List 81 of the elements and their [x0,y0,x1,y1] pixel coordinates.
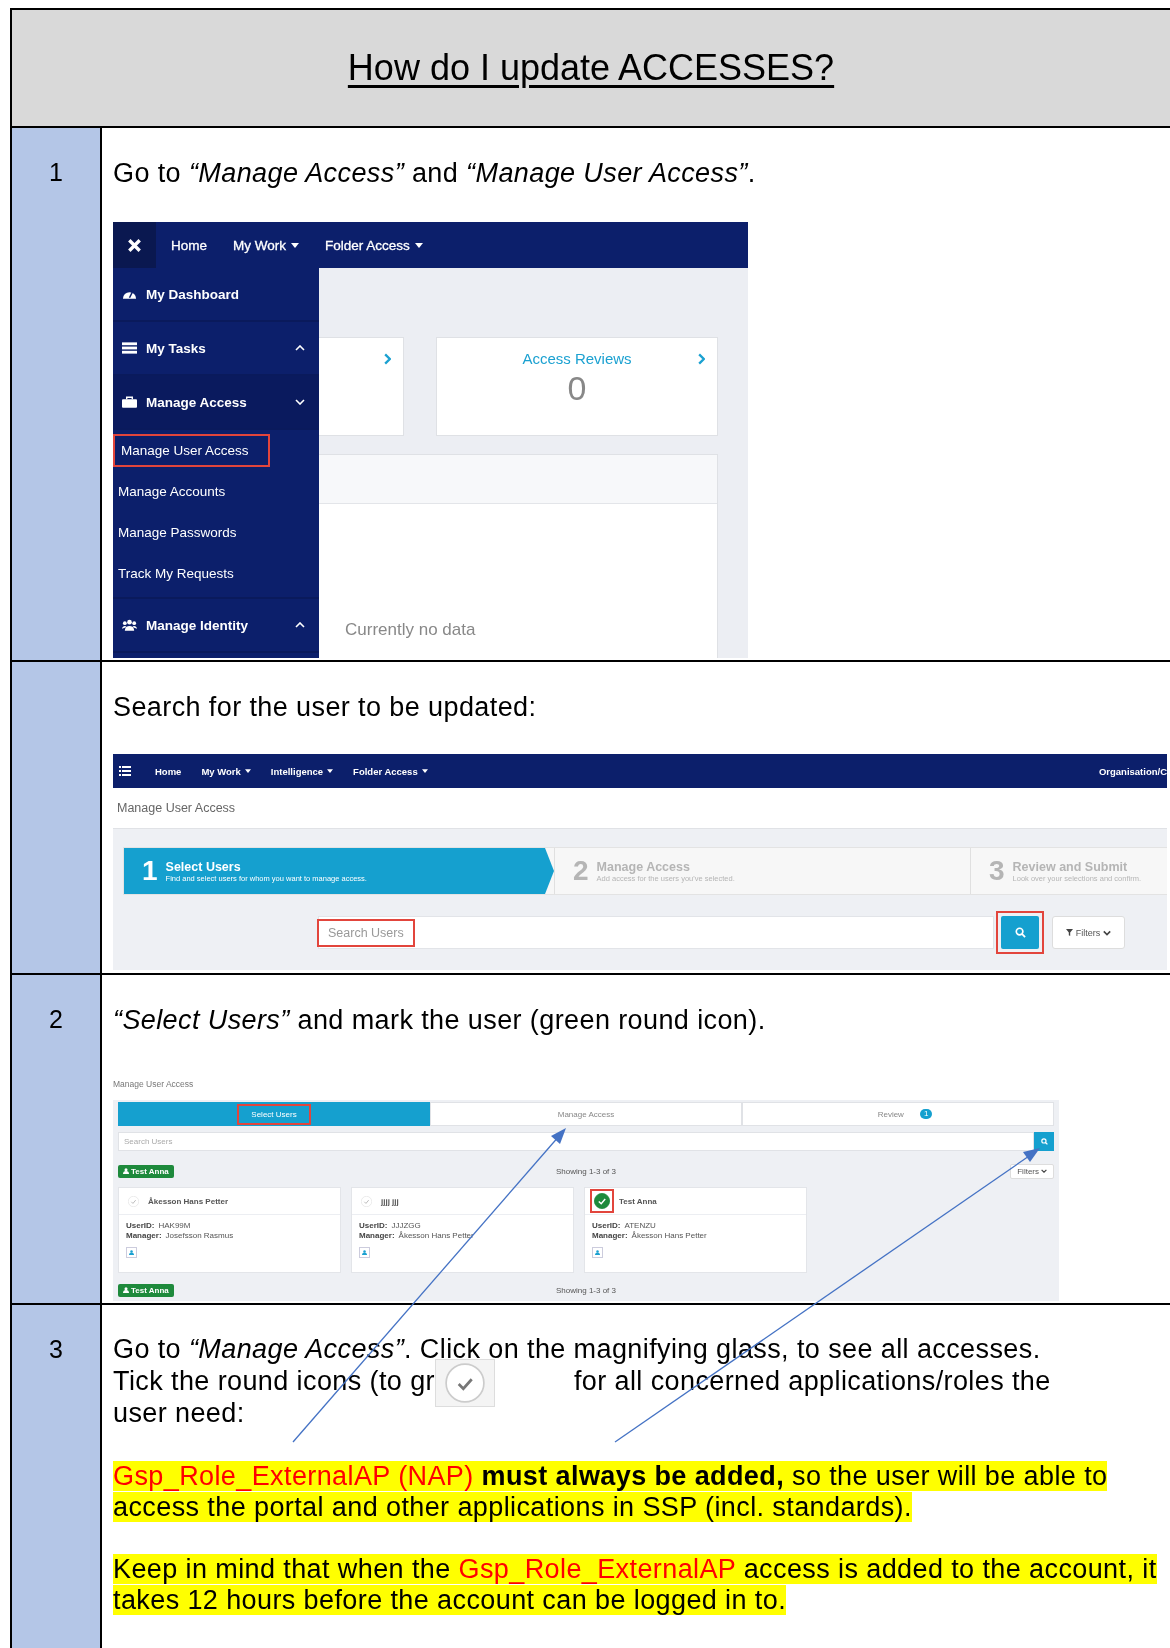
chevron-down-icon [295,399,305,405]
person-icon[interactable] [126,1247,137,1258]
filters-button[interactable]: Filters [1052,916,1125,949]
sidebar-item[interactable]: Manage Passwords [113,516,258,549]
selected-user-button[interactable]: Test Anna [118,1164,174,1178]
close-icon [128,238,141,252]
sidebar-section[interactable]: Manage Access [113,376,319,430]
nav-menu-item[interactable]: Folder Access [312,237,436,253]
list-icon [122,342,137,354]
nav-menu-item[interactable]: My Work [191,765,261,777]
field-label: Manager: [359,1231,395,1240]
sidebar-item[interactable]: Manage Accounts [113,475,247,508]
instruction-text: Search for the user to be updated: [113,691,537,724]
person-icon [123,1287,129,1293]
instruction-text: “Select Users” and mark the user (green round icon). [113,1004,766,1037]
person-icon[interactable] [592,1247,603,1258]
instruction-text: user need: [113,1397,245,1429]
highlighted-note: Keep in mind that when the Gsp_Role_ExternalAP access is added to the account, it takes 12 hours before the account can be logged in to. [113,1554,1158,1616]
caret-icon [414,242,423,248]
field-value: Åkesson Hans Petter [398,1231,474,1240]
chevron-right-icon [384,353,391,365]
chevron-down-icon [1041,1169,1047,1173]
field-value: ATENZU [624,1221,656,1230]
nav-menu-item[interactable]: Organisation/C [1098,765,1167,777]
count-badge: 1 [919,1109,933,1119]
person-icon [123,1168,129,1174]
caret-icon [244,769,251,773]
nav-menu-item[interactable]: Home [158,237,220,253]
user-name: Test Anna [619,1196,657,1206]
field-label: Manager: [126,1231,162,1240]
nav-menu-item[interactable]: Home [145,765,192,777]
step-number: 1 [49,157,63,188]
tab[interactable]: Review 1 [742,1102,1054,1126]
sidebar-section[interactable]: My Dashboard [113,268,319,322]
checkmark-icon[interactable] [594,1193,610,1209]
results-count: Showing 1-3 of 3 [555,1285,616,1295]
close-button[interactable] [113,222,156,268]
user-name: jjjj jjj [381,1196,399,1206]
user-name: Åkesson Hans Petter [148,1196,229,1206]
chevron-up-icon [295,622,305,628]
menu-icon[interactable] [119,766,131,776]
page-heading: Manage User Access [113,1079,194,1089]
field-label: UserID: [592,1221,621,1230]
nav-menu-item[interactable]: My Work [220,237,312,253]
sidebar-item[interactable]: Manage User Access [113,434,270,467]
search-icon [1014,927,1026,938]
nav-menu-item[interactable]: Folder Access [343,765,438,777]
results-count: Showing 1-3 of 3 [555,1166,616,1176]
step-number: 2 [49,1004,63,1035]
sidebar-item[interactable]: Track My Requests [113,557,255,590]
filter-icon [1065,929,1073,936]
briefcase-icon [122,396,137,408]
filters-button[interactable]: Filters [1010,1163,1054,1179]
field-value: JJJZGG [391,1221,421,1230]
chevron-right-icon [698,353,705,365]
caret-icon [327,769,334,773]
page-heading: Manage User Access [117,801,236,815]
empty-state-text: Currently no data [345,620,477,640]
page-title: How do I update ACCESSES? [347,47,835,89]
chevron-down-icon [1103,929,1112,936]
checkmark-icon [443,1362,486,1404]
users-icon [122,619,137,631]
field-label: UserID: [126,1221,155,1230]
search-icon [1040,1138,1048,1145]
instruction-text: Go to “Manage Access” and “Manage User Access”. [113,157,756,190]
field-value: HAK99M [158,1221,191,1230]
caret-icon [291,242,299,248]
field-label: UserID: [359,1221,388,1230]
caret-icon [421,769,428,773]
field-value: Åkesson Hans Petter [631,1231,707,1240]
person-icon[interactable] [359,1247,370,1258]
tab[interactable]: Manage Access [430,1102,742,1126]
step-number: 3 [49,1334,63,1365]
highlighted-note: Gsp_Role_ExternalAP (NAP) must always be added, so the user will be able to access the portal and other applications in SSP (incl. standards). [113,1461,1109,1523]
field-label: Manager: [592,1231,628,1240]
selected-user-button[interactable]: Test Anna [118,1283,174,1297]
chevron-up-icon [295,345,305,351]
search-button[interactable] [1034,1132,1054,1151]
summary-card[interactable]: Access Reviews 0 [436,337,718,436]
field-value: Josefsson Rasmus [165,1231,234,1240]
nav-menu-item[interactable]: Intelligence [260,765,344,777]
